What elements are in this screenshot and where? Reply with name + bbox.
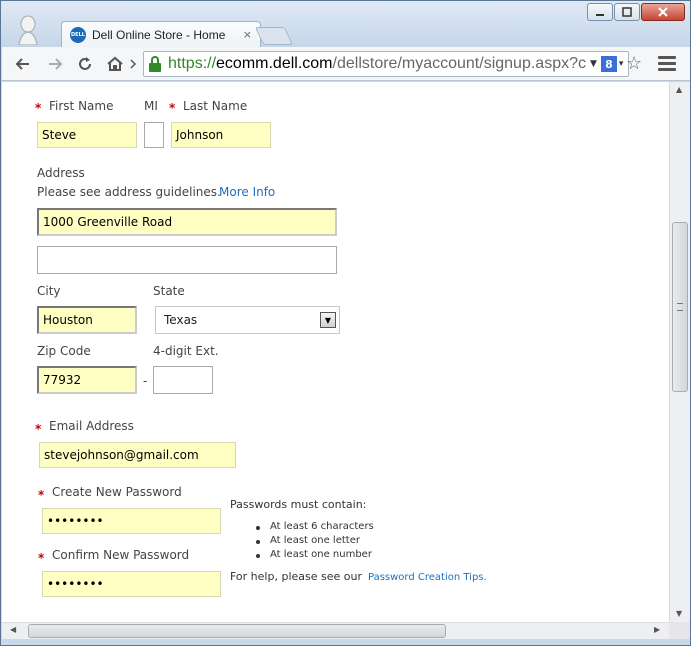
maximize-icon [622,7,632,17]
browser-toolbar: https://ecomm.dell.com/dellstore/myaccou… [2,47,690,81]
menu-button[interactable] [658,54,676,72]
search-engine-dropdown-icon[interactable]: ▾ [619,59,624,69]
chevron-right-icon [130,59,137,69]
incognito-figure-icon [18,15,38,45]
password-input[interactable]: •••••••• [42,508,221,534]
address-bar[interactable]: https://ecomm.dell.com/dellstore/myaccou… [143,51,629,77]
password-label: Create New Password [52,485,182,499]
scroll-up-icon[interactable]: ▲ [676,85,682,94]
tab-title: Dell Online Store - Home [92,27,226,42]
zip-code-input[interactable]: 77932 [37,366,137,394]
password-creation-tips-link[interactable]: Password Creation Tips. [368,572,487,583]
minimize-button[interactable] [587,3,613,21]
more-info-link[interactable]: More Info [219,185,275,199]
password-rules-list: At least 6 characters At least one lette… [230,521,374,563]
password-rule: At least one letter [256,535,374,549]
tab-dell-store[interactable]: DELL Dell Online Store - Home × [61,21,261,47]
email-input[interactable]: stevejohnson@gmail.com [39,442,236,468]
last-name-label: Last Name [183,99,248,113]
bookmark-star-icon[interactable]: ☆ [626,53,642,74]
confirm-password-label: Confirm New Password [52,548,190,562]
vertical-scroll-thumb[interactable] [672,222,688,392]
password-help-text: For help, please see our [230,570,362,583]
email-label: Email Address [49,419,134,433]
mi-label: MI [144,99,158,113]
required-marker-last-name: * [169,101,176,115]
scrollbar-corner [669,622,690,639]
password-rules-heading: Passwords must contain: [230,498,367,511]
first-name-label: First Name [49,99,114,113]
scroll-left-icon[interactable]: ◀ [10,625,16,634]
scroll-right-icon[interactable]: ▶ [654,625,660,634]
search-engine-icon[interactable]: 8 [600,56,617,72]
first-name-input[interactable]: Steve [37,122,137,148]
address-hint: Please see address guidelines. [37,185,221,199]
password-rules: Passwords must contain: At least 6 chara… [230,498,374,563]
city-input[interactable]: Houston [37,306,137,334]
horizontal-scroll-thumb[interactable] [28,624,446,638]
vertical-scrollbar[interactable]: ▲ ▼ [669,82,690,622]
password-rule: At least 6 characters [256,521,374,535]
address-label: Address [37,166,85,180]
reload-icon [79,57,91,70]
close-tab-icon[interactable]: × [243,28,252,41]
mi-input[interactable] [144,122,164,148]
city-label: City [37,284,61,298]
required-marker-email: * [35,422,42,436]
state-selected-value: Texas [164,313,198,327]
url-text[interactable]: https://ecomm.dell.com/dellstore/myaccou… [168,55,588,73]
zip-code-label: Zip Code [37,344,91,358]
home-button[interactable] [104,53,126,75]
back-arrow-icon [15,58,29,70]
last-name-input[interactable]: Johnson [171,122,271,148]
required-marker-password: * [38,488,45,502]
extensions-overflow-button[interactable] [128,53,138,75]
state-label: State [153,284,185,298]
close-window-button[interactable] [641,3,685,21]
back-button[interactable] [12,53,34,75]
zip-ext-label: 4-digit Ext. [153,344,219,358]
reload-button[interactable] [74,53,96,75]
title-bar: DELL Dell Online Store - Home × [1,1,690,47]
state-select[interactable]: Texas ▼ [155,306,340,334]
home-icon [107,56,123,71]
zip-ext-input[interactable] [153,366,213,394]
chevron-down-icon[interactable]: ▼ [320,312,336,328]
close-icon [658,7,668,17]
horizontal-scrollbar[interactable]: ◀ ▶ [2,622,669,639]
confirm-password-input[interactable]: •••••••• [42,571,221,597]
address-line1-input[interactable]: 1000 Greenville Road [37,208,337,236]
maximize-button[interactable] [614,3,640,21]
address-line2-input[interactable] [37,246,337,274]
dell-logo-icon: DELL [70,26,86,43]
secure-lock-icon [148,56,162,72]
zip-separator: - [143,374,148,388]
omnibox-dropdown-icon[interactable]: ▼ [590,59,597,69]
scroll-down-icon[interactable]: ▼ [676,609,682,618]
password-rule: At least one number [256,549,374,563]
password-help: For help, please see our Password Creatio… [230,570,487,583]
forward-arrow-icon [49,58,63,70]
required-marker-first-name: * [35,101,42,115]
required-marker-confirm: * [38,551,45,565]
browser-window: DELL Dell Online Store - Home × https://… [0,0,691,646]
page-content: * First Name MI * Last Name Steve Johnso… [2,82,669,622]
minimize-icon [596,14,604,16]
forward-button[interactable] [44,53,66,75]
